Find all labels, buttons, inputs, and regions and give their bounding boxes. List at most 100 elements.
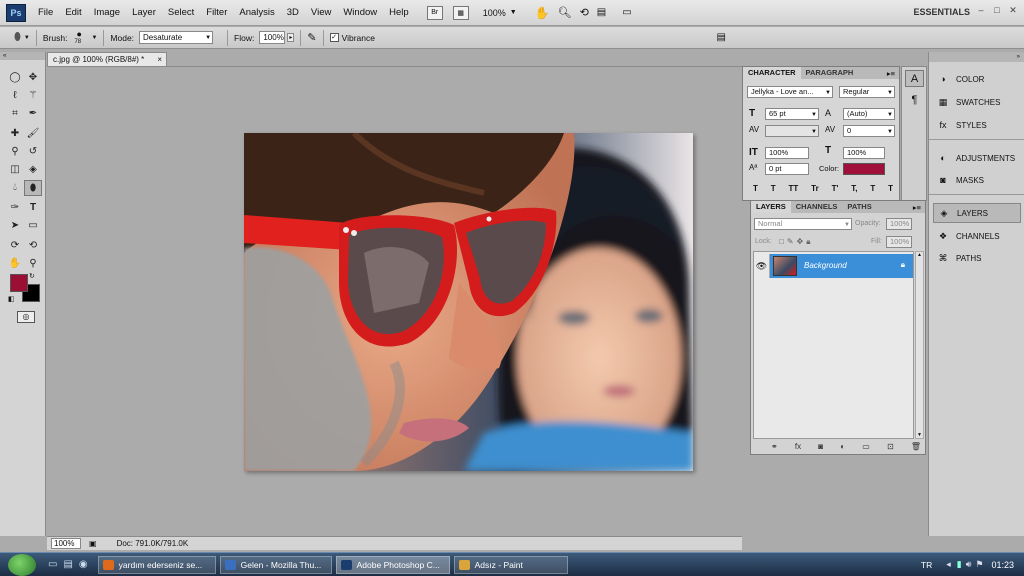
blend-mode-select[interactable]: Normal ▼ bbox=[754, 218, 852, 230]
menu-view[interactable]: View bbox=[311, 7, 331, 18]
document-tab[interactable]: c.jpg @ 100% (RGB/8#) * × bbox=[47, 52, 167, 66]
tab-paths[interactable]: PATHS bbox=[842, 201, 876, 213]
paragraph-panel-icon[interactable]: ¶ bbox=[905, 92, 924, 109]
panel-menu-icon[interactable]: ▸≡ bbox=[887, 69, 895, 78]
marquee-tool-icon[interactable]: ◯ bbox=[6, 70, 24, 86]
show-desktop-icon[interactable]: ▭ bbox=[48, 559, 57, 570]
healing-brush-tool-icon[interactable]: ✚ bbox=[6, 126, 24, 142]
menu-analysis[interactable]: Analysis bbox=[239, 7, 274, 18]
menu-file[interactable]: File bbox=[38, 7, 53, 18]
underline-button[interactable]: T bbox=[870, 184, 875, 193]
brush-preview[interactable]: ● 78 bbox=[73, 29, 87, 47]
airbrush-icon[interactable]: ✎ bbox=[307, 31, 316, 44]
text-color-swatch[interactable] bbox=[843, 163, 885, 175]
all-caps-button[interactable]: TT bbox=[789, 184, 799, 193]
font-family-select[interactable]: Jellyka - Love an... ▼ bbox=[747, 86, 833, 98]
dock-adjustments[interactable]: ◐ ADJUSTMENTS bbox=[933, 148, 1021, 168]
scroll-down-icon[interactable]: ▼ bbox=[917, 432, 922, 438]
superscript-button[interactable]: T' bbox=[832, 184, 839, 193]
faux-bold-button[interactable]: T bbox=[753, 184, 758, 193]
view-extras-icon[interactable]: ▦ bbox=[452, 5, 469, 20]
opacity-field[interactable]: 100% bbox=[886, 218, 912, 230]
3d-orbit-tool-icon[interactable]: ⟲ bbox=[24, 238, 42, 254]
brush-dropdown-icon[interactable]: ▼ bbox=[91, 35, 97, 41]
mode-select[interactable]: Desaturate ▼ bbox=[139, 31, 214, 44]
leading-select[interactable]: (Auto) ▼ bbox=[843, 108, 895, 120]
layer-name[interactable]: Background bbox=[804, 261, 847, 270]
taskbar-item-photoshop[interactable]: Adobe Photoshop C... bbox=[335, 555, 450, 574]
crop-tool-icon[interactable]: ⌗ bbox=[6, 106, 24, 122]
pen-tool-icon[interactable]: ✑ bbox=[6, 200, 24, 216]
fill-field[interactable]: 100% bbox=[886, 236, 912, 248]
paint-bucket-tool-icon[interactable]: ◈ bbox=[24, 162, 42, 178]
brush-tool-icon[interactable]: 🖌︎ bbox=[24, 126, 42, 142]
tab-paragraph[interactable]: PARAGRAPH bbox=[801, 67, 859, 79]
baseline-shift-field[interactable]: 0 pt bbox=[765, 163, 809, 175]
taskbar-item-paint[interactable]: Adsız - Paint bbox=[453, 555, 568, 574]
trash-icon[interactable]: 🗑︎ bbox=[911, 442, 921, 451]
tool-preset-dropdown-icon[interactable]: ▼ bbox=[24, 35, 30, 41]
zoom-tool-icon[interactable]: 🔍︎ bbox=[558, 6, 572, 19]
move-tool-icon[interactable]: ✥ bbox=[24, 70, 42, 86]
tab-layers[interactable]: LAYERS bbox=[751, 201, 791, 213]
visibility-eye-icon[interactable]: 👁︎ bbox=[754, 254, 770, 278]
clone-stamp-tool-icon[interactable]: ⚲ bbox=[6, 144, 24, 160]
link-layers-icon[interactable]: ⚭ bbox=[771, 442, 778, 451]
volume-icon[interactable]: 🔊︎ bbox=[966, 559, 972, 570]
path-selection-tool-icon[interactable]: ➤ bbox=[6, 218, 24, 234]
menu-select[interactable]: Select bbox=[168, 7, 194, 18]
adjustment-layer-icon[interactable]: ◐ bbox=[840, 442, 845, 451]
menu-filter[interactable]: Filter bbox=[206, 7, 227, 18]
layers-scrollbar[interactable]: ▲ ▼ bbox=[915, 251, 924, 439]
dock-collapse-icon[interactable]: » bbox=[929, 52, 1024, 62]
tab-channels[interactable]: CHANNELS bbox=[791, 201, 843, 213]
shape-tool-icon[interactable]: ▭ bbox=[24, 218, 42, 234]
dock-channels[interactable]: ❖ CHANNELS bbox=[933, 226, 1021, 246]
taskbar-item-thunderbird[interactable]: Gelen - Mozilla Thu... bbox=[219, 555, 332, 574]
menu-edit[interactable]: Edit bbox=[65, 7, 81, 18]
quick-launch-icon[interactable]: ◉ bbox=[79, 559, 88, 570]
zoom-field[interactable]: 100% bbox=[51, 538, 81, 549]
zoom-level-select[interactable]: 100% bbox=[483, 8, 506, 18]
flow-slider-icon[interactable]: ▸ bbox=[287, 33, 295, 42]
language-indicator[interactable]: TR bbox=[921, 560, 932, 570]
new-layer-icon[interactable]: ⊡ bbox=[887, 442, 894, 451]
tracking-select[interactable]: 0 ▼ bbox=[843, 125, 895, 137]
quick-mask-icon[interactable]: ◎ bbox=[17, 311, 35, 323]
menu-layer[interactable]: Layer bbox=[132, 7, 156, 18]
dock-color[interactable]: ◑ COLOR bbox=[933, 69, 1021, 89]
group-icon[interactable]: ▭ bbox=[862, 442, 870, 451]
font-style-select[interactable]: Regular ▼ bbox=[839, 86, 895, 98]
close-icon[interactable]: × bbox=[157, 53, 162, 66]
eyedropper-tool-icon[interactable]: ✒ bbox=[24, 106, 42, 122]
foreground-color-swatch[interactable] bbox=[10, 274, 28, 292]
3d-rotate-tool-icon[interactable]: ⟳ bbox=[6, 238, 24, 254]
lock-options[interactable]: □✎✥🔒︎ bbox=[779, 237, 814, 247]
menu-window[interactable]: Window bbox=[343, 7, 377, 18]
arrange-documents-icon[interactable]: ▤ bbox=[597, 7, 606, 18]
dock-layers[interactable]: ◈ LAYERS bbox=[933, 203, 1021, 223]
faux-italic-button[interactable]: T bbox=[771, 184, 776, 193]
menu-help[interactable]: Help bbox=[389, 7, 409, 18]
zoom-tool-icon[interactable]: ⚲ bbox=[24, 256, 42, 272]
lasso-tool-icon[interactable]: ℓ bbox=[6, 88, 24, 104]
minimize-icon[interactable]: – bbox=[974, 5, 988, 17]
panel-menu-icon[interactable]: ▸≡ bbox=[913, 203, 921, 212]
strikethrough-button[interactable]: T bbox=[888, 184, 893, 193]
hand-tool-icon[interactable]: ✋ bbox=[535, 6, 550, 20]
scroll-up-icon[interactable]: ▲ bbox=[917, 252, 922, 258]
close-icon[interactable]: ✕ bbox=[1006, 5, 1020, 17]
type-tool-icon[interactable]: T bbox=[24, 200, 42, 216]
flow-field[interactable]: 100% bbox=[259, 31, 286, 44]
network-icon[interactable]: ▮ bbox=[957, 559, 962, 570]
dock-styles[interactable]: fx STYLES bbox=[933, 115, 1021, 135]
kerning-select[interactable]: ▼ bbox=[765, 125, 819, 137]
tools-collapse-icon[interactable]: « bbox=[0, 52, 45, 60]
blur-tool-icon[interactable]: 💧︎ bbox=[6, 180, 24, 196]
maximize-icon[interactable]: □ bbox=[990, 5, 1004, 17]
layer-style-icon[interactable]: fx bbox=[795, 442, 801, 451]
add-mask-icon[interactable]: ◙ bbox=[818, 442, 823, 451]
history-brush-tool-icon[interactable]: ↺ bbox=[24, 144, 42, 160]
menu-3d[interactable]: 3D bbox=[287, 7, 299, 18]
tab-character[interactable]: CHARACTER bbox=[743, 67, 801, 79]
